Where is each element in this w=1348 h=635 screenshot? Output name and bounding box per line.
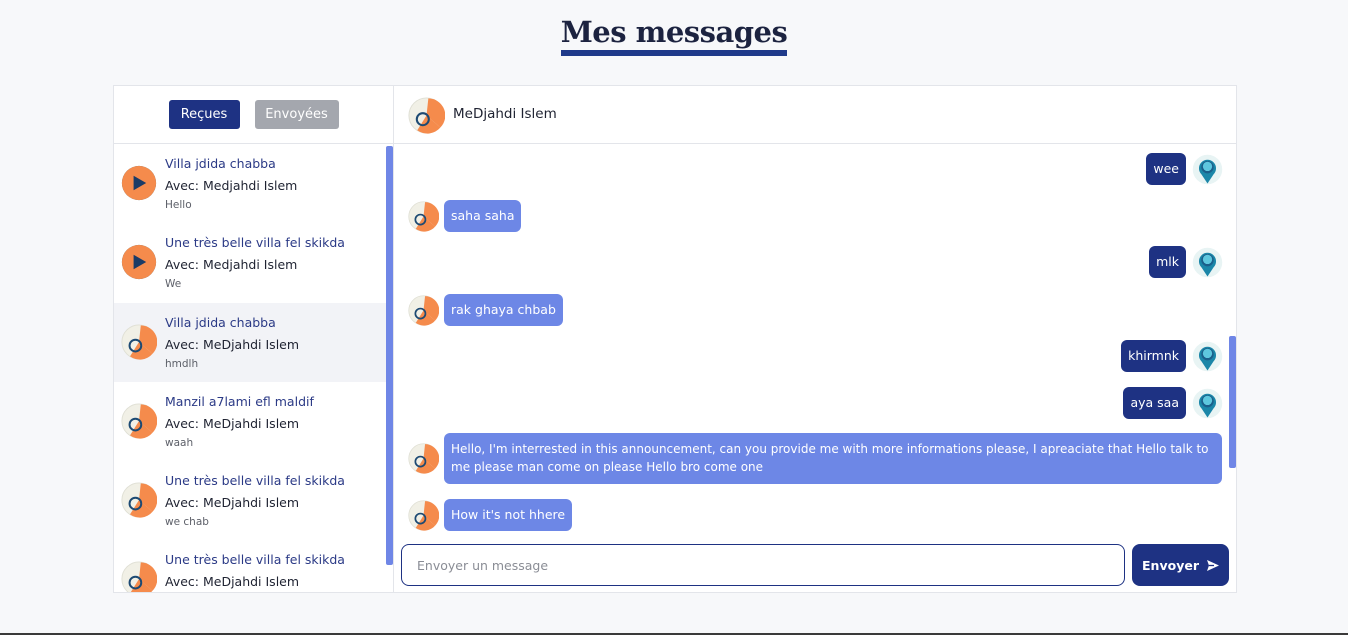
send-button[interactable]: Envoyer (1132, 544, 1229, 586)
page-title: Mes messages (0, 14, 1348, 56)
conversation-last-message: Hello (165, 199, 192, 211)
message-outgoing: mlk (1149, 246, 1186, 278)
message-outgoing: khirmnk (1121, 340, 1186, 372)
message-outgoing: wee (1146, 153, 1186, 185)
contact-avatar-icon (408, 295, 439, 326)
play-avatar-icon (121, 244, 157, 280)
tabs-bar: Reçues Envoyées (114, 86, 393, 144)
user-avatar-icon (1192, 247, 1223, 278)
orange-avatar-icon (121, 482, 157, 518)
conversation-scrollbar[interactable] (386, 144, 393, 592)
conversation-title: Une très belle villa fel skikda (165, 552, 345, 567)
message-incoming: How it's not hhere (444, 499, 573, 531)
conversation-item[interactable]: Une très belle villa fel skikda Avec: Me… (114, 223, 386, 302)
conversation-title: Manzil a7lami efl maldif (165, 394, 314, 409)
conversation-last-message: hmdlh (165, 358, 199, 370)
play-avatar-icon (121, 165, 157, 201)
conversation-with: Avec: MeDjahdi Islem (165, 337, 300, 352)
contact-avatar-icon (408, 201, 439, 232)
conversation-title: Une très belle villa fel skikda (165, 473, 345, 488)
contact-avatar-icon (408, 97, 445, 134)
user-avatar-icon (1192, 154, 1223, 185)
send-button-label: Envoyer (1142, 557, 1199, 573)
conversation-item[interactable]: Villa jdida chabba Avec: Medjahdi Islem … (114, 144, 386, 223)
tab-received[interactable]: Reçues (168, 100, 240, 129)
conversation-item-selected[interactable]: Villa jdida chabba Avec: MeDjahdi Islem … (114, 303, 386, 382)
messages-panel: Reçues Envoyées Villa jdida chabba Avec:… (113, 85, 1237, 593)
send-icon (1206, 559, 1219, 571)
contact-avatar-icon (408, 443, 439, 474)
conversations-sidebar: Reçues Envoyées Villa jdida chabba Avec:… (114, 86, 394, 592)
conversation-item[interactable]: Manzil a7lami efl maldif Avec: MeDjahdi … (114, 382, 386, 461)
conversation-last-message: We (165, 278, 182, 290)
user-avatar-icon (1192, 341, 1223, 372)
conversation-with: Avec: Medjahdi Islem (165, 257, 298, 272)
message-input[interactable] (401, 544, 1125, 586)
message-incoming: saha saha (444, 200, 522, 232)
message-outgoing: aya saa (1123, 387, 1186, 419)
orange-avatar-icon (121, 561, 157, 592)
message-composer: Envoyer (394, 539, 1236, 592)
message-thread[interactable]: wee saha saha mlk rak ghaya chbab khirmn… (394, 144, 1236, 539)
orange-avatar-icon (121, 403, 157, 439)
contact-name: MeDjahdi Islem (453, 106, 557, 122)
message-incoming: Hello, I'm interrested in this announcem… (444, 433, 1222, 484)
user-avatar-icon (1192, 388, 1223, 419)
contact-avatar-icon (408, 500, 439, 531)
conversation-title: Une très belle villa fel skikda (165, 235, 345, 250)
conversation-with: Avec: MeDjahdi Islem (165, 416, 300, 431)
conversation-title: Villa jdida chabba (165, 315, 276, 330)
conversation-title: Villa jdida chabba (165, 156, 276, 171)
message-scrollbar-thumb[interactable] (1229, 336, 1236, 468)
chat-header: MeDjahdi Islem (394, 86, 1236, 144)
conversation-item[interactable]: Une très belle villa fel skikda Avec: Me… (114, 540, 386, 592)
conversation-last-message: we chab (165, 516, 209, 528)
conversation-with: Avec: MeDjahdi Islem (165, 574, 300, 589)
chat-area: MeDjahdi Islem wee saha saha mlk rak gha… (394, 86, 1236, 592)
tab-sent[interactable]: Envoyées (254, 100, 339, 129)
conversation-scrollbar-thumb[interactable] (386, 146, 393, 565)
orange-avatar-icon (121, 324, 157, 360)
conversation-with: Avec: Medjahdi Islem (165, 178, 298, 193)
conversation-with: Avec: MeDjahdi Islem (165, 495, 300, 510)
conversation-last-message: waah (165, 437, 194, 449)
message-incoming: rak ghaya chbab (444, 294, 563, 326)
conversation-item[interactable]: Une très belle villa fel skikda Avec: Me… (114, 461, 386, 540)
conversation-list[interactable]: Villa jdida chabba Avec: Medjahdi Islem … (114, 144, 393, 592)
